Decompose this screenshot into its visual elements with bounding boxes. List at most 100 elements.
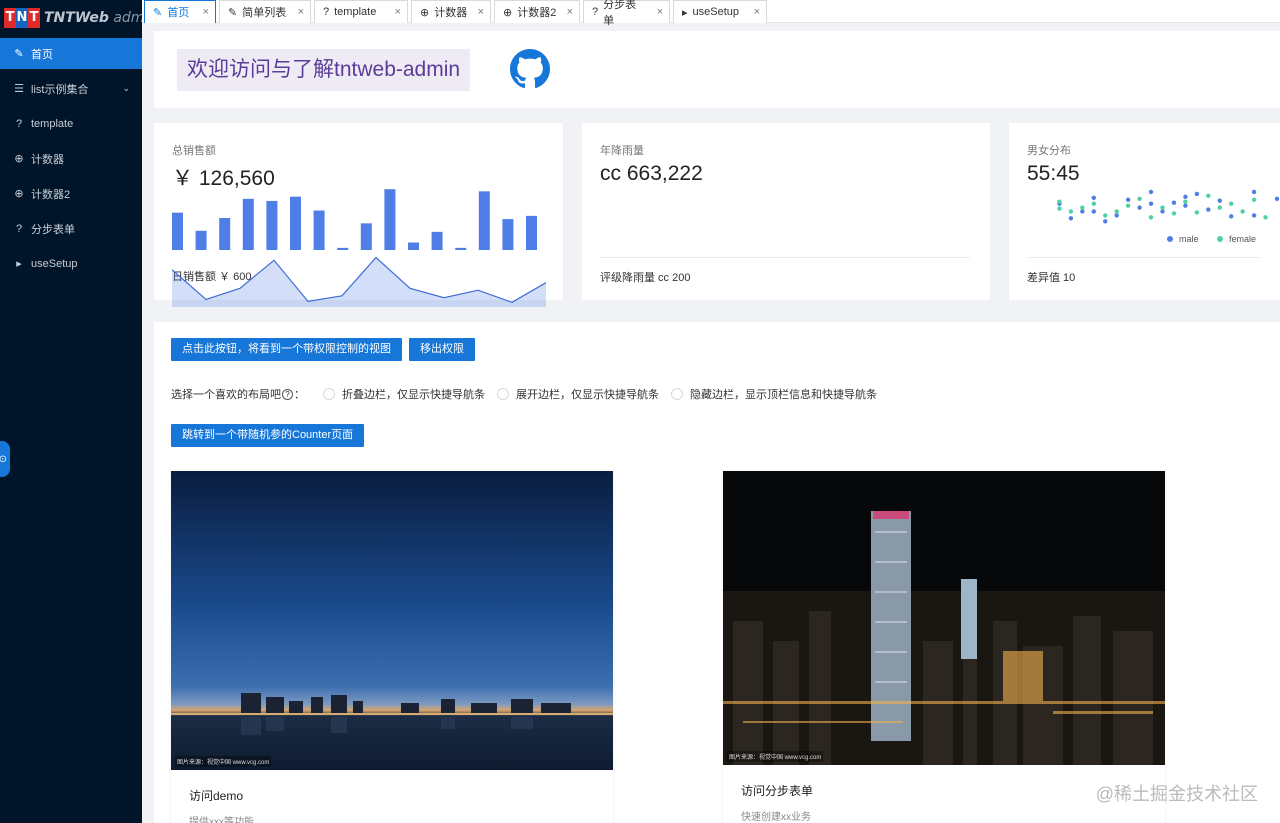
sidebar-item-label: useSetup <box>31 257 78 270</box>
radio-circle[interactable] <box>323 388 335 400</box>
sales-card: 总销售额 ￥ 126,560 日销售额 ￥ 600 <box>154 123 563 307</box>
tab-simple-list[interactable]: ✎ 简单列表 × <box>219 0 311 23</box>
tab-label: 计数器2 <box>517 7 557 19</box>
layout-label: 选择一个喜欢的布局吧 <box>171 389 281 401</box>
tab-usesetup[interactable]: ▸ useSetup × <box>673 0 767 23</box>
question-circle-icon[interactable]: ? <box>282 388 293 400</box>
bar <box>384 189 396 250</box>
bar <box>478 191 490 250</box>
rain-value: cc 663,222 <box>600 162 703 185</box>
layout-option-collapsed[interactable]: 折叠边栏，仅显示快捷导航条 <box>323 386 485 402</box>
rain-footer: 评级降雨量 cc 200 <box>600 257 970 285</box>
layout-colon: ： <box>294 389 305 401</box>
radio-circle[interactable] <box>497 388 509 400</box>
card-description: 快速创建xx业务 <box>741 812 811 823</box>
scatter-point-female <box>1217 205 1222 210</box>
scatter-point-male <box>1137 205 1142 210</box>
tab-template[interactable]: ? template × <box>314 0 408 23</box>
close-icon[interactable]: × <box>557 6 573 18</box>
logo-text-bold: TNTWeb <box>44 10 109 26</box>
sidebar: T N T TNTWeb admin ✎ 首页 ☰ list示例集合 ⌄ ? t… <box>0 0 157 823</box>
close-icon[interactable]: × <box>288 6 304 18</box>
sidebar-item-counter2[interactable]: ⊕ 计数器2 <box>0 178 142 209</box>
scatter-point-female <box>1103 213 1108 218</box>
bar <box>360 223 372 250</box>
close-icon[interactable]: × <box>744 6 760 18</box>
main-content: 点击此按钮，将看到一个带权限控制的视图 移出权限 选择一个喜欢的布局吧 ? ： … <box>154 322 1280 823</box>
edit-icon: ✎ <box>153 6 163 19</box>
logo-text: TNTWeb admin <box>44 10 157 26</box>
bar <box>242 198 254 250</box>
sidebar-item-counter[interactable]: ⊕ 计数器 <box>0 143 142 174</box>
scatter-point-male <box>1080 209 1085 214</box>
gender-scatter-chart <box>1057 189 1280 224</box>
scatter-point-male <box>1114 213 1119 218</box>
list-icon: ☰ <box>14 83 24 95</box>
sidebar-item-usesetup[interactable]: ▸ useSetup <box>0 248 142 279</box>
github-icon[interactable] <box>510 49 550 89</box>
gender-footer: 差异值 10 <box>1027 257 1260 285</box>
close-icon[interactable]: × <box>193 6 209 18</box>
logo-letter: T <box>28 8 40 28</box>
sidebar-toggle-handle[interactable]: ⊙ <box>0 441 10 477</box>
tab-label: useSetup <box>692 6 740 18</box>
random-counter-button[interactable]: 跳转到一个带随机参的Counter页面 <box>171 424 365 447</box>
gender-label: 男女分布 <box>1027 145 1071 157</box>
area-fill <box>172 257 546 307</box>
question-icon: ? <box>15 222 23 235</box>
scatter-point-female <box>1080 205 1085 210</box>
scatter-point-female <box>1057 206 1062 211</box>
tab-label: 首页 <box>167 7 190 19</box>
scatter-point-male <box>1251 213 1257 218</box>
remove-permission-button[interactable]: 移出权限 <box>409 338 475 361</box>
bar <box>313 210 325 250</box>
scatter-point-male <box>1251 189 1257 195</box>
scatter-point-male <box>1091 209 1096 214</box>
close-icon[interactable]: × <box>647 6 663 18</box>
sidebar-item-step-form[interactable]: ? 分步表单 <box>0 213 142 244</box>
tab-counter[interactable]: ⊕ 计数器 × <box>411 0 491 23</box>
gender-card: 男女分布 55:45 male female 差异值 10 <box>1009 123 1280 300</box>
layout-option-label: 折叠边栏，仅显示快捷导航条 <box>342 389 485 401</box>
close-icon[interactable]: × <box>468 6 484 18</box>
sidebar-item-label: list示例集合 <box>31 83 89 96</box>
tab-counter2[interactable]: ⊕ 计数器2 × <box>494 0 580 23</box>
logo-badge: T N T <box>4 8 40 28</box>
radio-circle[interactable] <box>671 388 683 400</box>
scatter-point-female <box>1229 201 1234 206</box>
bar <box>290 196 301 250</box>
tab-step-form[interactable]: ? 分步表单 × <box>583 0 670 27</box>
logo-letter: T <box>4 8 16 28</box>
bar <box>431 231 443 250</box>
logo[interactable]: T N T TNTWeb admin <box>0 0 157 36</box>
scatter-point-female <box>1091 201 1096 206</box>
welcome-title: 欢迎访问与了解tntweb-admin <box>177 49 471 91</box>
layout-option-hidden[interactable]: 隐藏边栏，显示顶栏信息和快捷导航条 <box>671 386 877 402</box>
welcome-banner: 欢迎访问与了解tntweb-admin <box>154 31 1280 108</box>
sidebar-item-list-examples[interactable]: ☰ list示例集合 ⌄ <box>0 73 142 104</box>
tab-home[interactable]: ✎ 首页 × <box>144 0 216 23</box>
bar <box>526 215 537 250</box>
step-form-card[interactable]: 图片来源：视觉中国 www.vcg.com 访问分步表单 快速创建xx业务 <box>723 471 1165 823</box>
permission-view-button[interactable]: 点击此按钮，将看到一个带权限控制的视图 <box>171 338 402 361</box>
legend-female-swatch <box>1217 236 1223 242</box>
close-icon[interactable]: × <box>385 6 401 18</box>
layout-selector: 选择一个喜欢的布局吧 ? ： 折叠边栏，仅显示快捷导航条 展开边栏，仅显示快捷导… <box>171 386 877 402</box>
legend-male-swatch <box>1167 236 1173 242</box>
question-icon: ? <box>15 117 23 130</box>
plus-circle-icon: ⊕ <box>14 153 24 165</box>
logo-letter: N <box>16 8 28 28</box>
city-skyline-image <box>723 471 1165 765</box>
layout-option-expanded[interactable]: 展开边栏，仅显示快捷导航条 <box>497 386 659 402</box>
sidebar-item-home[interactable]: ✎ 首页 <box>0 38 142 69</box>
scatter-point-female <box>1194 210 1200 215</box>
sidebar-item-template[interactable]: ? template <box>0 108 142 139</box>
scatter-point-female <box>1263 215 1268 220</box>
scatter-point-female <box>1160 205 1165 210</box>
sales-area-chart <box>172 256 546 307</box>
demo-card[interactable]: 图片来源：视觉中国 www.vcg.com 访问demo 提供xxx等功能 <box>171 471 613 823</box>
scatter-point-male <box>1068 216 1074 221</box>
tab-bar: ✎ 首页 × ✎ 简单列表 × ? template × ⊕ 计数器 × ⊕ 计… <box>142 0 1280 27</box>
scatter-point-male <box>1217 198 1222 203</box>
bar <box>195 230 207 250</box>
